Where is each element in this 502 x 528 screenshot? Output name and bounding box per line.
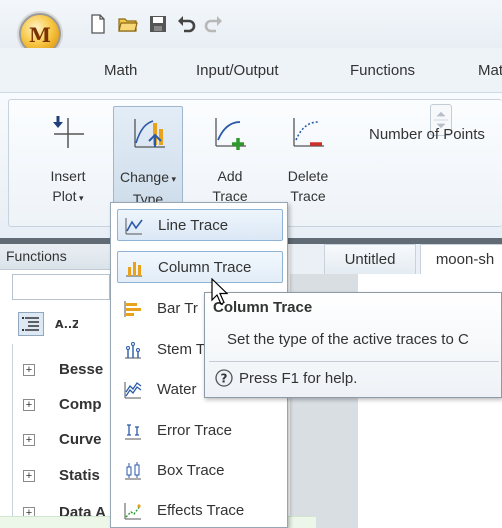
new-document-icon[interactable] (88, 14, 108, 34)
tab-functions[interactable]: Functions (350, 62, 415, 79)
tab-math[interactable]: Math (104, 62, 137, 79)
functions-search-input[interactable] (12, 274, 110, 300)
waterfall-trace-icon (124, 382, 142, 399)
error-trace-icon (125, 424, 141, 440)
column-trace-icon (126, 262, 142, 277)
help-icon: ? (215, 369, 233, 387)
tooltip-help-text: Press F1 for help. (239, 370, 358, 387)
delete-trace-button[interactable]: Delete Trace (273, 106, 343, 216)
tab-input-output[interactable]: Input/Output (196, 62, 279, 79)
stem-trace-icon (125, 342, 141, 359)
functions-category-tree: + Besse + Comp + Curve + Statis + Data A (12, 344, 110, 528)
svg-text:?: ? (221, 372, 228, 386)
delete-trace-icon (293, 118, 324, 147)
functions-panel-header: Functions (0, 244, 116, 270)
expand-icon[interactable]: + (23, 364, 35, 376)
save-icon[interactable] (148, 14, 168, 34)
change-type-button[interactable]: Change ▾ Type (113, 106, 183, 216)
menu-item-column-trace[interactable]: Column Trace (117, 251, 283, 283)
tab-moon-sh[interactable]: moon-sh (420, 244, 502, 274)
alphabetical-view-icon[interactable]: A..Z (52, 312, 78, 336)
add-trace-icon (215, 118, 246, 150)
tooltip-divider (209, 361, 499, 362)
menu-item-box-trace[interactable]: Box Trace (117, 455, 283, 487)
effects-trace-icon (124, 503, 141, 520)
line-trace-icon (125, 218, 143, 235)
list-item[interactable]: + Statis (13, 466, 111, 488)
box-trace-icon (125, 462, 141, 480)
menu-item-error-trace[interactable]: Error Trace (117, 415, 283, 447)
tooltip-description: Set the type of the active traces to C (227, 331, 469, 348)
svg-text:A..Z: A..Z (55, 318, 78, 331)
category-view-icon[interactable] (18, 312, 44, 336)
add-trace-button[interactable]: Add Trace (195, 106, 265, 216)
ribbon-tab-bar: Math Input/Output Functions Mat (0, 48, 502, 92)
redo-icon[interactable] (204, 14, 224, 34)
tab-matrices[interactable]: Mat (478, 62, 502, 79)
expand-icon[interactable]: + (23, 399, 35, 411)
list-item[interactable]: + Curve (13, 430, 111, 452)
column-trace-tooltip: Column Trace Set the type of the active … (204, 292, 502, 398)
bar-trace-icon (124, 301, 141, 317)
expand-icon[interactable]: + (23, 470, 35, 482)
open-folder-icon[interactable] (118, 14, 138, 34)
quick-access-toolbar: M (0, 0, 502, 55)
menu-item-line-trace[interactable]: Line Trace (117, 209, 283, 241)
change-type-icon (134, 119, 165, 148)
expand-icon[interactable]: + (23, 434, 35, 446)
worksheet-tab-bar: Untitled moon-sh (290, 244, 502, 274)
functions-toolbar: A..Z (12, 306, 110, 342)
list-item[interactable]: + Comp (13, 395, 111, 417)
number-of-points-label: Number of Points (369, 126, 485, 143)
undo-icon[interactable] (176, 14, 196, 34)
insert-plot-icon (53, 116, 84, 148)
list-item[interactable]: + Besse (13, 360, 111, 382)
mouse-cursor-icon (211, 278, 229, 305)
menu-item-effects-trace[interactable]: Effects Trace (117, 495, 283, 527)
insert-plot-button[interactable]: Insert Plot ▾ (33, 106, 103, 216)
tab-untitled[interactable]: Untitled (324, 244, 416, 274)
